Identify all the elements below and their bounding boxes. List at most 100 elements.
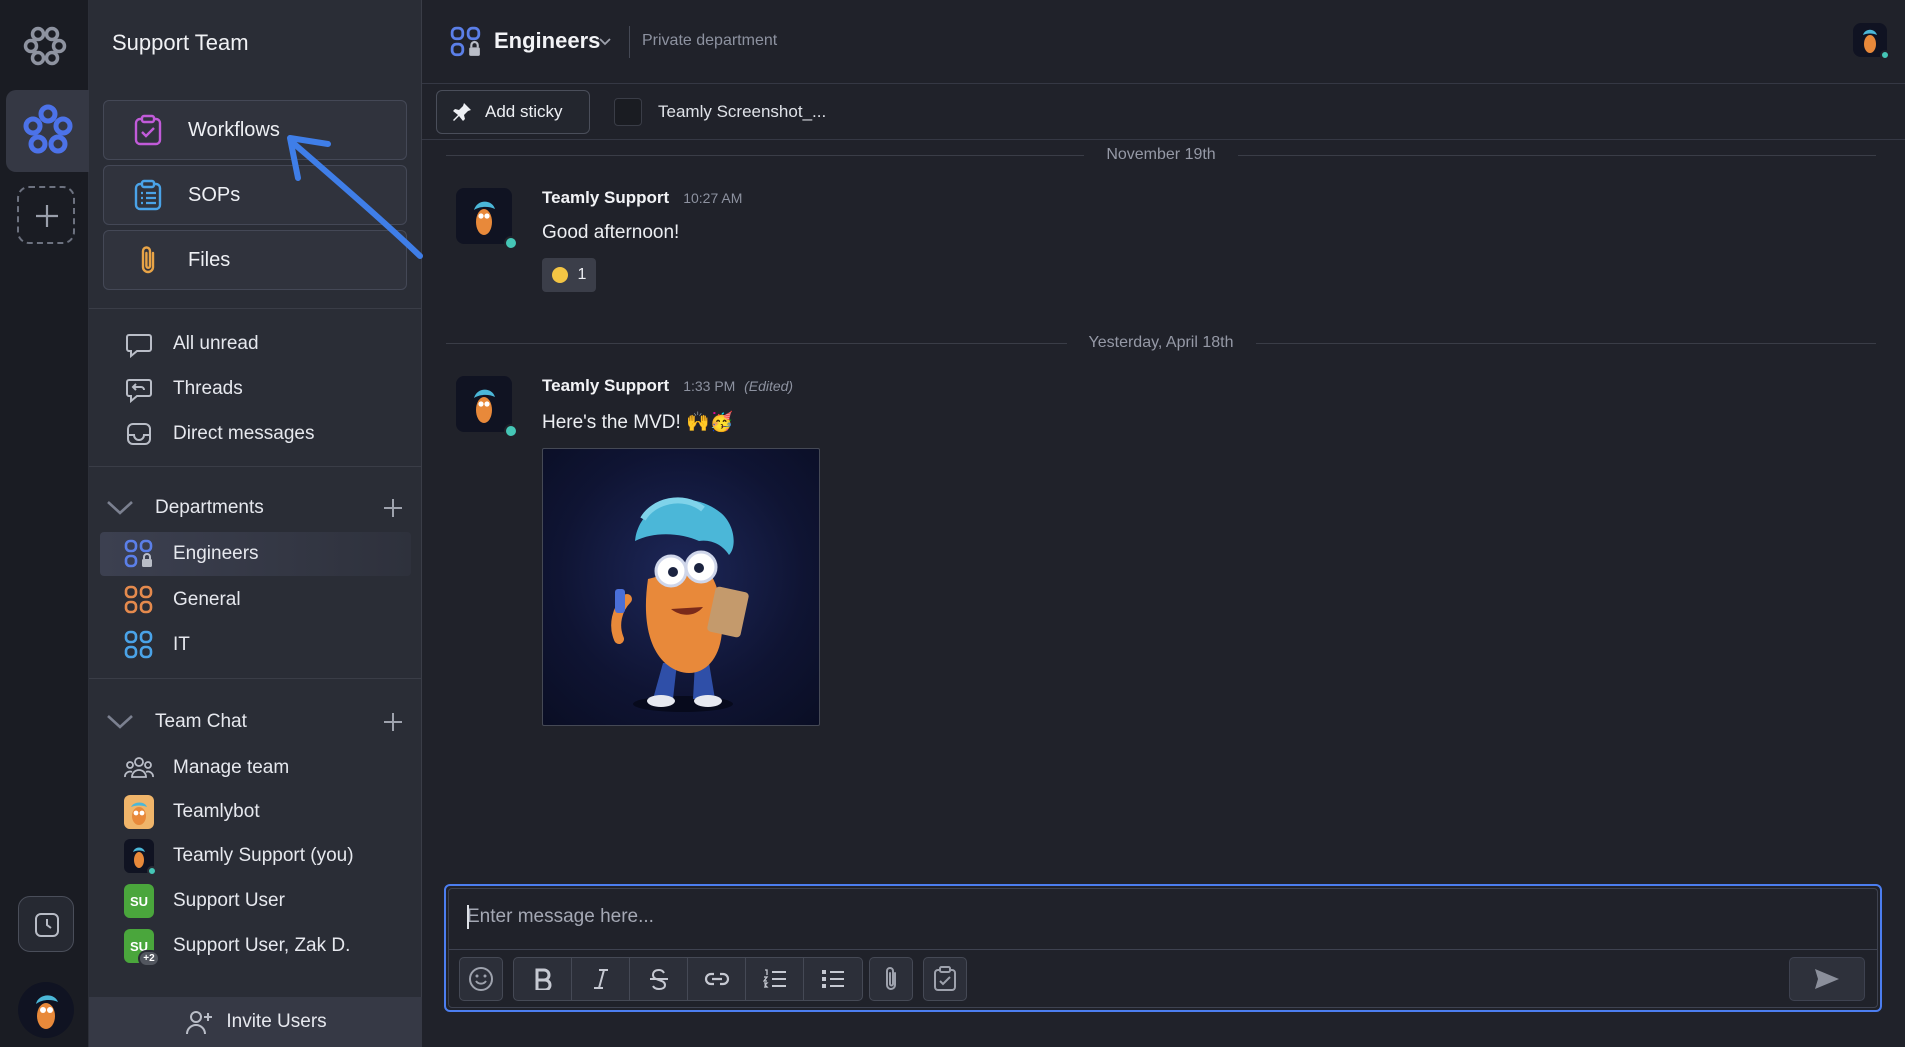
bold-icon — [535, 968, 551, 990]
grimace-emoji-icon — [551, 267, 568, 283]
chat-teamly-support[interactable]: Teamly Support (you) — [124, 838, 354, 876]
workflows-label: Workflows — [188, 118, 280, 141]
chat-teamlybot[interactable]: Teamlybot — [124, 794, 260, 830]
mascot-illustration — [611, 497, 749, 712]
group-count-badge: +2 — [138, 950, 160, 967]
sidebar-divider — [89, 678, 422, 679]
sops-button[interactable]: SOPs — [103, 165, 407, 225]
departments-section-header[interactable]: Departments — [103, 490, 413, 526]
add-workspace-button[interactable] — [17, 186, 75, 244]
emoji-button[interactable] — [460, 958, 502, 1000]
nav-threads[interactable]: Threads — [124, 371, 243, 407]
user-avatar[interactable] — [18, 982, 74, 1038]
sidebar-divider — [89, 466, 422, 467]
department-it-label: IT — [173, 634, 190, 655]
send-button[interactable] — [1789, 957, 1865, 1001]
online-status-dot — [1880, 50, 1890, 60]
teamly-logo-icon[interactable] — [22, 22, 68, 68]
chat-teamlybot-label: Teamlybot — [173, 801, 260, 822]
department-general-label: General — [173, 589, 241, 610]
emoji-group — [459, 957, 503, 1001]
formatting-toolbar — [513, 957, 863, 1001]
chevron-down-icon[interactable] — [597, 33, 613, 49]
channel-header: Engineers Private department — [422, 0, 1905, 84]
chat-manage-team[interactable]: Manage team — [124, 750, 289, 786]
attachment-thumbnail — [614, 98, 642, 126]
strikethrough-button[interactable] — [630, 958, 688, 1000]
team-chat-title: Team Chat — [155, 711, 247, 732]
strikethrough-icon — [649, 968, 668, 990]
channel-title[interactable]: Engineers — [494, 28, 600, 54]
add-department-icon[interactable] — [381, 496, 405, 520]
department-locked-icon — [450, 26, 481, 57]
department-engineers[interactable]: Engineers — [124, 536, 259, 572]
department-icon — [124, 630, 154, 660]
reaction-chip[interactable]: 1 — [542, 258, 596, 292]
online-status-dot — [504, 236, 518, 250]
nav-all-unread[interactable]: All unread — [124, 326, 259, 362]
department-locked-icon — [124, 539, 154, 569]
numbered-list-icon — [762, 969, 786, 988]
add-sticky-button[interactable]: Add sticky — [436, 90, 590, 134]
sidebar: Support Team Workflows SOPs Files All un… — [89, 0, 422, 1047]
message-avatar[interactable] — [456, 188, 518, 250]
numbered-list-button[interactable] — [746, 958, 804, 1000]
header-user-avatar[interactable] — [1853, 23, 1890, 60]
threads-icon — [124, 374, 154, 404]
files-button[interactable]: Files — [103, 230, 407, 290]
message-input[interactable] — [467, 899, 1847, 935]
message-avatar[interactable] — [456, 376, 518, 438]
message-time: 1:33 PM — [683, 378, 736, 394]
clipboard-check-icon — [934, 966, 956, 991]
smiley-icon — [469, 967, 493, 991]
link-button[interactable] — [688, 958, 746, 1000]
sidebar-divider — [89, 308, 422, 309]
sticky-attachment[interactable]: Teamly Screenshot_... — [614, 92, 826, 132]
attachment-name: Teamly Screenshot_... — [658, 102, 827, 121]
attach-file-button[interactable] — [870, 958, 912, 1000]
reaction-count: 1 — [577, 266, 587, 283]
bullet-list-icon — [822, 970, 844, 988]
day-separator: Yesterday, April 18th — [446, 331, 1877, 355]
attach-workflow-button[interactable] — [924, 958, 966, 1000]
chevron-down-icon — [107, 501, 133, 515]
chevron-down-icon — [107, 715, 133, 729]
initials-avatar: SU — [124, 884, 154, 918]
composer-frame — [448, 888, 1878, 1008]
message-image-attachment[interactable] — [542, 448, 820, 726]
workspace-support-team[interactable] — [6, 90, 89, 172]
chat-group-support-user-zak[interactable]: SU +2 Support User, Zak D. — [124, 928, 350, 967]
text-caret — [467, 905, 469, 929]
invite-users-button[interactable]: Invite Users — [89, 997, 422, 1047]
day-separator: November 19th — [446, 143, 1877, 167]
edited-flag: (Edited) — [744, 378, 794, 394]
chat-support-user-label: Support User — [173, 890, 285, 911]
department-icon — [124, 585, 154, 615]
teamlybot-avatar — [124, 795, 154, 829]
department-it[interactable]: IT — [124, 627, 190, 663]
workflows-button[interactable]: Workflows — [103, 100, 407, 160]
history-button[interactable] — [18, 896, 74, 952]
composer-divider — [449, 949, 1877, 950]
nav-direct-messages[interactable]: Direct messages — [124, 416, 315, 452]
message-author[interactable]: Teamly Support — [542, 376, 669, 395]
separator-line — [446, 342, 1067, 344]
message-author[interactable]: Teamly Support — [542, 188, 669, 207]
message-time: 10:27 AM — [683, 190, 743, 206]
department-general[interactable]: General — [124, 582, 241, 618]
paperclip-icon — [130, 242, 166, 278]
workspace-rail — [0, 0, 89, 1047]
italic-button[interactable] — [572, 958, 630, 1000]
team-chat-section-header[interactable]: Team Chat — [103, 704, 413, 740]
bullet-list-button[interactable] — [804, 958, 862, 1000]
chat-teamly-support-label: Teamly Support (you) — [173, 845, 354, 866]
inbox-icon — [124, 419, 154, 449]
mascot-avatar-icon — [36, 995, 58, 1029]
add-chat-icon[interactable] — [381, 710, 405, 734]
team-icon — [124, 753, 154, 783]
chat-support-user[interactable]: SU Support User — [124, 883, 285, 919]
online-status-dot — [147, 866, 157, 876]
nav-direct-messages-label: Direct messages — [173, 423, 315, 444]
add-user-icon — [186, 1011, 213, 1035]
bold-button[interactable] — [514, 958, 572, 1000]
